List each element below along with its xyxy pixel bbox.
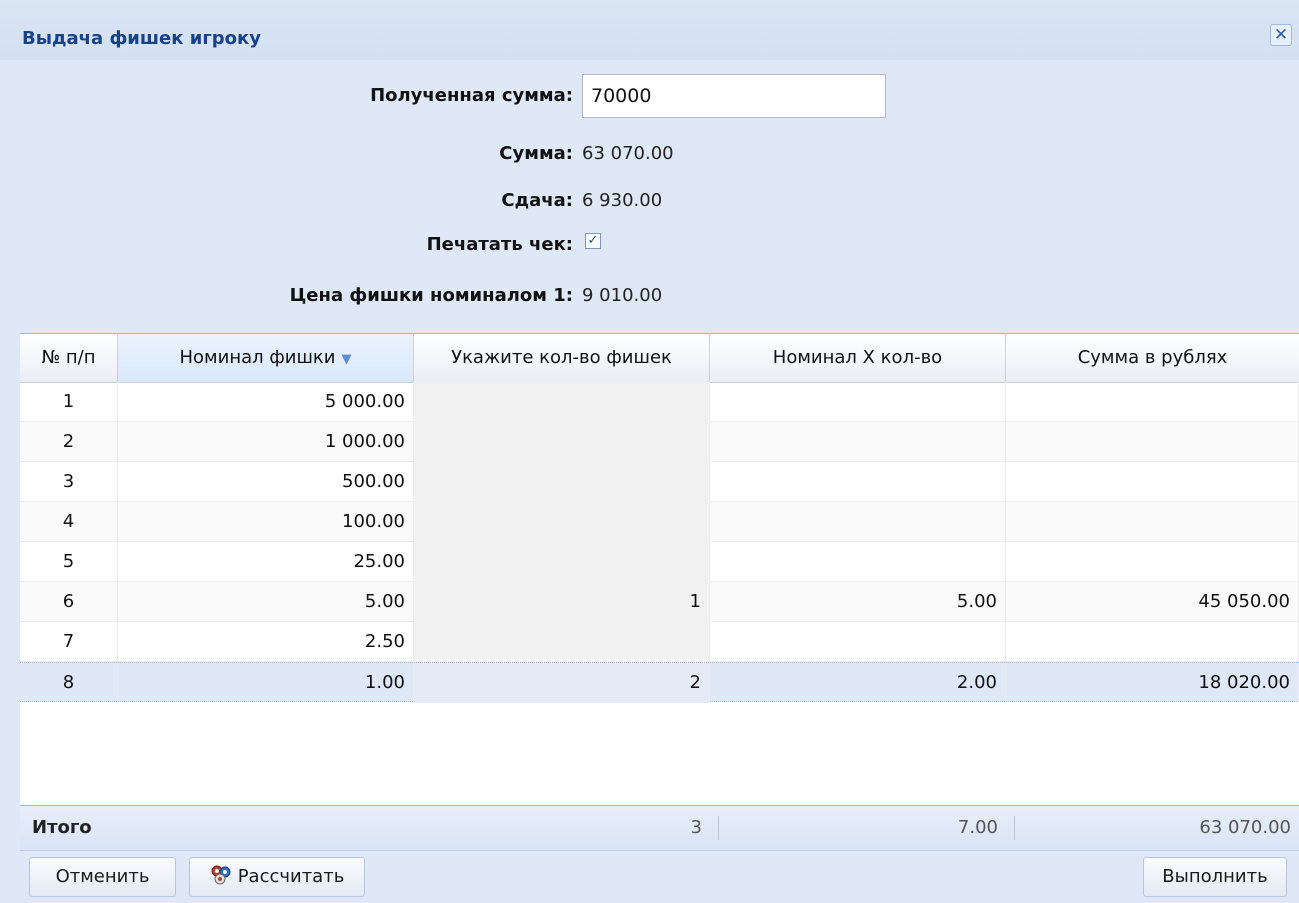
table-row[interactable]: 3 500.00 [20,462,1299,502]
row-quantity-input[interactable]: 1 [414,582,710,622]
totals-sum: 63 070.00 [1199,817,1291,838]
sum-value: 63 070.00 [582,143,674,164]
change-value: 6 930.00 [582,190,663,211]
sum-row: Сумма: [0,139,573,169]
row-nominal: 25.00 [118,542,414,582]
row-sum: 18 020.00 [1006,663,1299,703]
print-receipt-checkbox[interactable]: ✓ [585,233,601,249]
column-header-product[interactable]: Номинал X кол-во [710,334,1006,382]
table-row[interactable]: 5 25.00 [20,542,1299,582]
row-product [710,422,1006,462]
column-header-nominal[interactable]: Номинал фишки ▼ [118,334,414,382]
poker-chips-icon [211,865,231,885]
table-row[interactable]: 6 5.00 1 5.00 45 050.00 [20,582,1299,622]
table-row[interactable]: 15 000.00 [20,382,1299,422]
table-row[interactable]: 21 000.00 [20,422,1299,462]
row-quantity-input[interactable] [414,622,710,662]
row-sum [1006,622,1299,662]
print-receipt-label: Печатать чек: [426,234,573,255]
received-row: Полученная сумма: [0,81,573,111]
column-header-quantity[interactable]: Укажите кол-во фишек [414,334,710,382]
price-row: Цена фишки номиналом 1: [0,281,573,311]
column-header-sum[interactable]: Сумма в рублях [1006,334,1299,382]
totals-quantity: 3 [690,817,702,838]
row-product [710,382,1006,422]
row-number: 6 [20,582,118,622]
row-sum [1006,382,1299,422]
cancel-button[interactable]: Отменить [29,857,176,897]
column-header-nominal-label: Номинал фишки [179,347,336,368]
row-nominal: 500.00 [118,462,414,502]
chip-price-label: Цена фишки номиналом 1: [289,285,573,306]
row-product: 2.00 [710,663,1006,703]
calculate-button[interactable]: Рассчитать [189,857,365,897]
row-quantity-input[interactable] [414,502,710,542]
row-sum [1006,422,1299,462]
row-nominal: 1 000.00 [118,422,414,462]
received-label: Полученная сумма: [370,85,573,106]
row-sum: 45 050.00 [1006,582,1299,622]
row-sum [1006,462,1299,502]
row-product [710,462,1006,502]
row-number: 7 [20,622,118,662]
row-sum [1006,502,1299,542]
totals-row: Итого 3 7.00 63 070.00 [20,805,1299,851]
window-title: Выдача фишек игроку [22,28,261,49]
row-nominal: 1.00 [118,663,414,703]
chip-issue-window: Выдача фишек игроку ✕ Полученная сумма: … [0,0,1299,903]
chip-price-value: 9 010.00 [582,285,663,306]
chips-grid: № п/п Номинал фишки ▼ Укажите кол-во фише… [20,333,1299,841]
row-number: 4 [20,502,118,542]
row-product [710,542,1006,582]
row-number: 3 [20,462,118,502]
print-row: Печатать чек: [0,230,573,260]
row-quantity-input[interactable]: 2 [414,663,710,703]
change-label: Сдача: [501,190,573,211]
table-row[interactable]: 4 100.00 [20,502,1299,542]
row-quantity-input[interactable] [414,542,710,582]
row-product: 5.00 [710,582,1006,622]
row-sum [1006,542,1299,582]
row-nominal: 100.00 [118,502,414,542]
totals-product: 7.00 [957,817,998,838]
calculate-button-label: Рассчитать [237,866,345,887]
table-row[interactable]: 8 1.00 2 2.00 18 020.00 [20,662,1299,703]
row-quantity-input[interactable] [414,422,710,462]
row-nominal: 5.00 [118,582,414,622]
row-quantity-input[interactable] [414,462,710,502]
grid-header: № п/п Номинал фишки ▼ Укажите кол-во фише… [20,334,1299,383]
totals-label: Итого [32,817,92,838]
row-number: 2 [20,422,118,462]
row-nominal: 2.50 [118,622,414,662]
row-nominal: 5 000.00 [118,382,414,422]
change-row: Сдача: [0,186,573,216]
row-number: 8 [20,663,118,703]
column-header-number[interactable]: № п/п [20,334,118,382]
row-number: 5 [20,542,118,582]
sum-label: Сумма: [499,143,573,164]
row-quantity-input[interactable] [414,382,710,422]
window-titlebar[interactable]: Выдача фишек игроку ✕ [0,0,1299,60]
received-amount-input[interactable] [582,74,886,118]
row-product [710,502,1006,542]
row-product [710,622,1006,662]
row-number: 1 [20,382,118,422]
execute-button[interactable]: Выполнить [1143,857,1287,897]
sort-desc-icon: ▼ [341,352,352,367]
table-row[interactable]: 7 2.50 [20,622,1299,662]
close-icon[interactable]: ✕ [1270,24,1292,46]
